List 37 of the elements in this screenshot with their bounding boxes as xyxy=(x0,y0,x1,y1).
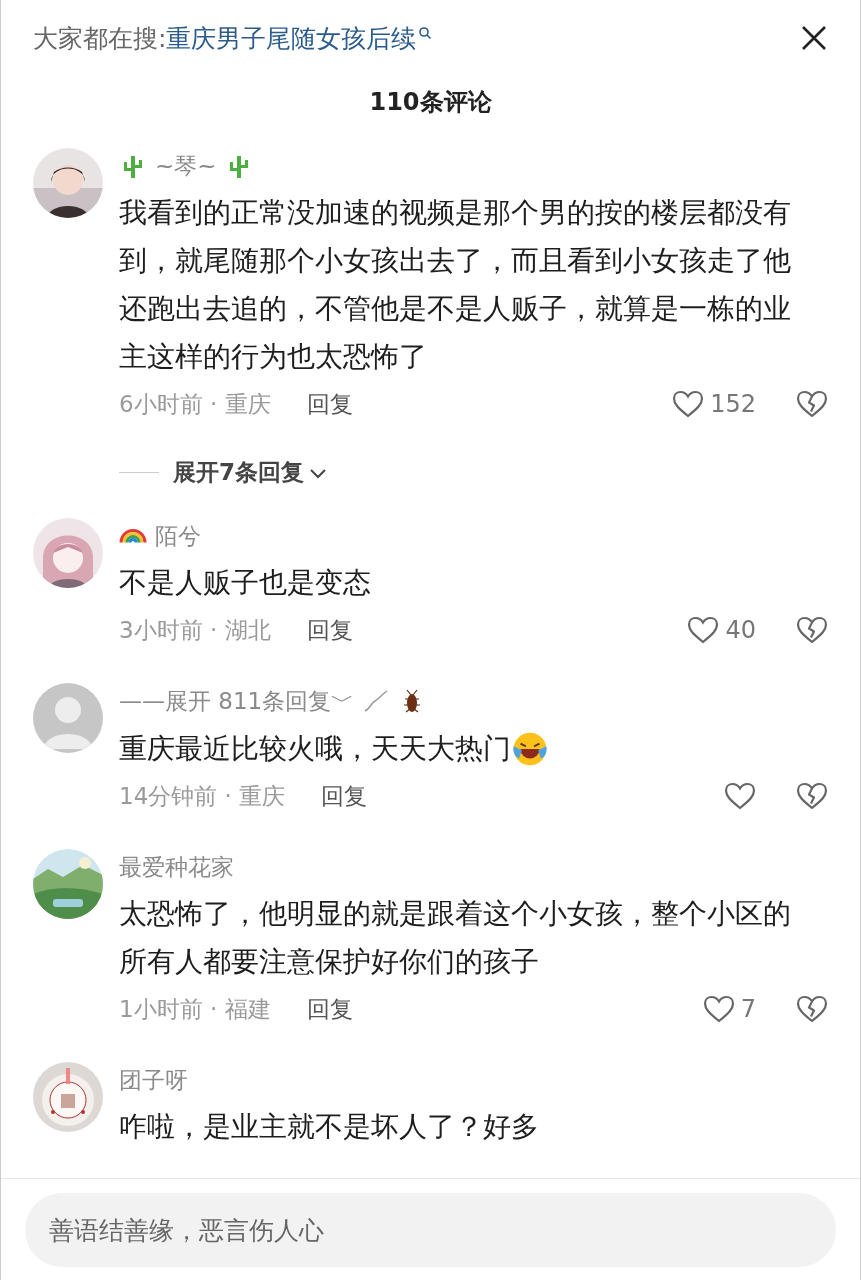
search-label: 大家都在搜: xyxy=(33,22,167,55)
time-location: 6小时前 · 重庆 xyxy=(119,389,271,419)
broken-heart-icon[interactable] xyxy=(796,781,828,811)
heart-icon[interactable] xyxy=(702,994,735,1024)
like-count: 40 xyxy=(725,616,756,644)
username: 陌兮 xyxy=(155,521,201,551)
broken-heart-icon[interactable] xyxy=(796,615,828,645)
time-location: 14分钟前 · 重庆 xyxy=(119,781,286,811)
comment-text: 我看到的正常没加速的视频是那个男的按的楼层都没有到，就尾随那个小女孩出去了，而且看到小女孩走了他还跑出去追的，不管他是不是人贩子，就算是一栋的业主这样的行为也太恐怖了 xyxy=(119,195,792,375)
username: ——展开 811条回复﹀ xyxy=(119,686,355,716)
time-location: 3小时前 · 湖北 xyxy=(119,615,271,645)
broken-heart-icon[interactable] xyxy=(796,389,828,419)
heart-icon[interactable] xyxy=(687,615,720,645)
username: 团子呀 xyxy=(119,1065,188,1095)
like-count: 152 xyxy=(710,390,756,418)
comment-count-title: 110条评论 xyxy=(368,87,493,118)
comment-text: 重庆最近比较火哦，天天大热门 xyxy=(119,732,511,765)
like-count: 7 xyxy=(740,995,756,1023)
comment-text: 不是人贩子也是变态 xyxy=(119,565,372,601)
comment-text: 咋啦，是业主就不是坏人了？好多 xyxy=(119,1109,540,1145)
heart-icon[interactable] xyxy=(724,781,756,811)
search-icon xyxy=(418,25,433,40)
reply-button[interactable]: 回复 xyxy=(306,993,353,1025)
trending-search-link[interactable]: 重庆男子尾随女孩后续 xyxy=(166,21,433,55)
reply-button[interactable]: 回复 xyxy=(306,614,353,646)
reply-button[interactable]: 回复 xyxy=(321,780,368,812)
username: ~琴~ xyxy=(155,151,217,181)
expand-replies-button[interactable]: 展开7条回复 xyxy=(173,457,328,488)
username: 最爱种花家 xyxy=(119,852,234,882)
close-icon[interactable] xyxy=(800,24,828,52)
time-location: 1小时前 · 福建 xyxy=(119,994,271,1024)
comment-text: 太恐怖了，他明显的就是跟着这个小女孩，整个小区的所有人都要注意保护好你们的孩子 xyxy=(119,896,792,980)
broken-heart-icon[interactable] xyxy=(796,994,828,1024)
heart-icon[interactable] xyxy=(672,389,705,419)
comment-input-field[interactable]: 善语结善缘，恶言伤人心 xyxy=(25,1193,836,1267)
laughing-emoji-icon xyxy=(511,730,549,768)
reply-button[interactable]: 回复 xyxy=(306,388,353,420)
